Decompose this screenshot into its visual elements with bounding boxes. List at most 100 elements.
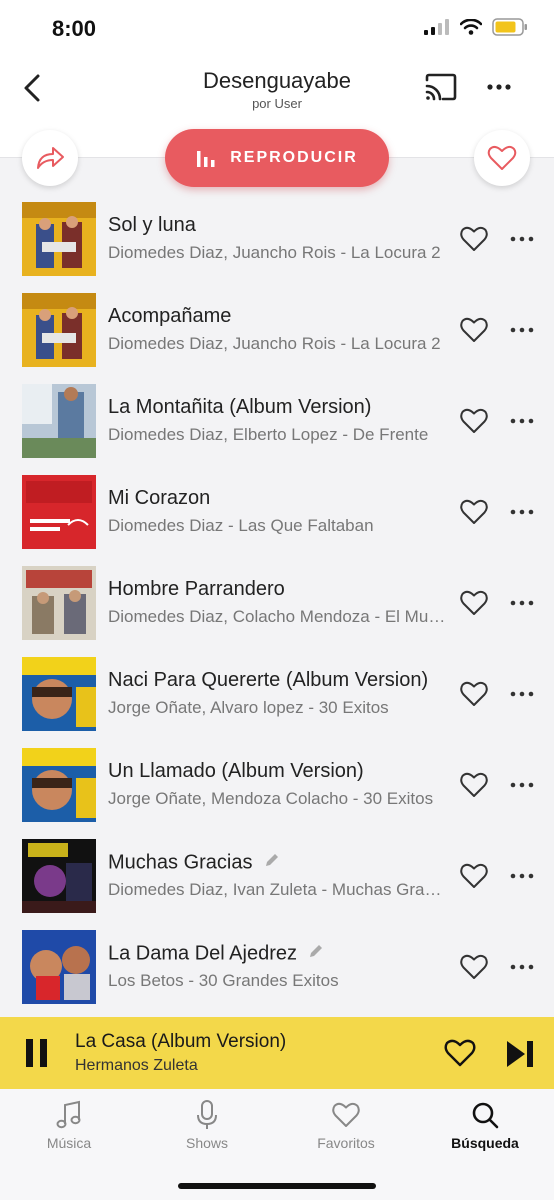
track-row[interactable]: Muchas Gracias Diomedes Diaz, Ivan Zulet… bbox=[0, 831, 554, 922]
track-more-button[interactable] bbox=[509, 687, 535, 701]
track-row[interactable]: Mi Corazon Diomedes Diaz - Las Que Falta… bbox=[0, 467, 554, 558]
more-horizontal-icon bbox=[510, 509, 534, 515]
more-options-button[interactable] bbox=[484, 72, 514, 102]
status-icons bbox=[424, 18, 528, 36]
track-artist-album: Diomedes Diaz, Juancho Rois - La Locura … bbox=[108, 334, 441, 353]
track-more-button[interactable] bbox=[509, 596, 535, 610]
more-horizontal-icon bbox=[510, 600, 534, 606]
search-icon bbox=[472, 1102, 499, 1129]
track-row[interactable]: Acompañame Diomedes Diaz, Juancho Rois -… bbox=[0, 285, 554, 376]
favorite-playlist-button[interactable] bbox=[474, 130, 530, 186]
album-art bbox=[22, 202, 96, 276]
track-row[interactable]: La Montañita (Album Version) Diomedes Di… bbox=[0, 376, 554, 467]
more-horizontal-icon bbox=[510, 418, 534, 424]
tab-label: Búsqueda bbox=[451, 1135, 519, 1151]
more-horizontal-icon bbox=[510, 691, 534, 697]
track-more-button[interactable] bbox=[509, 960, 535, 974]
track-list: Sol y luna Diomedes Diaz, Juancho Rois -… bbox=[0, 194, 554, 1013]
playlist-owner: por User bbox=[252, 96, 302, 111]
tab-shows[interactable]: Shows bbox=[138, 1099, 276, 1151]
track-title: Acompañame bbox=[108, 305, 232, 327]
now-playing-artist: Hermanos Zuleta bbox=[75, 1057, 198, 1074]
pencil-icon bbox=[307, 942, 325, 966]
track-like-button[interactable] bbox=[460, 317, 488, 343]
track-like-button[interactable] bbox=[460, 499, 488, 525]
music-note-icon bbox=[56, 1100, 81, 1129]
track-title: Un Llamado (Album Version) bbox=[108, 760, 364, 782]
album-art bbox=[22, 930, 96, 1004]
track-like-button[interactable] bbox=[460, 954, 488, 980]
pencil-icon bbox=[263, 851, 281, 875]
heart-outline-icon bbox=[460, 863, 488, 888]
heart-outline-icon bbox=[460, 954, 488, 979]
track-artist-album: Jorge Oñate, Mendoza Colacho - 30 Exitos bbox=[108, 789, 434, 808]
playlist-title: Desenguayabe bbox=[202, 68, 351, 93]
track-row[interactable]: Naci Para Quererte (Album Version) Jorge… bbox=[0, 649, 554, 740]
share-button[interactable] bbox=[22, 130, 78, 186]
tab-label: Favoritos bbox=[317, 1135, 375, 1151]
heart-outline-icon bbox=[460, 772, 488, 797]
wifi-icon bbox=[460, 19, 482, 35]
track-like-button[interactable] bbox=[460, 590, 488, 616]
play-all-label: REPRODUCIR bbox=[230, 149, 358, 166]
heart-icon bbox=[332, 1102, 360, 1127]
track-like-button[interactable] bbox=[460, 226, 488, 252]
track-artist-album: Diomedes Diaz, Ivan Zuleta - Muchas Grac… bbox=[108, 880, 446, 899]
signal-icon bbox=[424, 19, 449, 35]
cast-button[interactable] bbox=[424, 72, 458, 102]
tab-favorites[interactable]: Favoritos bbox=[277, 1099, 415, 1151]
more-horizontal-icon bbox=[487, 84, 511, 90]
track-more-button[interactable] bbox=[509, 232, 535, 246]
pause-icon bbox=[26, 1039, 47, 1067]
track-more-button[interactable] bbox=[509, 414, 535, 428]
track-artist-album: Diomedes Diaz, Elberto Lopez - De Frente bbox=[108, 425, 429, 444]
track-like-button[interactable] bbox=[460, 863, 488, 889]
home-indicator bbox=[178, 1183, 376, 1189]
album-art bbox=[22, 566, 96, 640]
now-playing-title: La Casa (Album Version) bbox=[75, 1031, 287, 1052]
now-playing-bar[interactable]: La Casa (Album Version) Hermanos Zuleta bbox=[0, 1017, 554, 1089]
album-art bbox=[22, 748, 96, 822]
track-row[interactable]: Hombre Parrandero Diomedes Diaz, Colacho… bbox=[0, 558, 554, 649]
track-row[interactable]: La Dama Del Ajedrez Los Betos - 30 Grand… bbox=[0, 922, 554, 1013]
album-art bbox=[22, 475, 96, 549]
track-title: Muchas Gracias bbox=[108, 851, 446, 875]
heart-outline-icon bbox=[460, 499, 488, 524]
play-all-button[interactable]: REPRODUCIR bbox=[165, 129, 389, 187]
track-more-button[interactable] bbox=[509, 323, 535, 337]
now-playing-like-button[interactable] bbox=[444, 1039, 476, 1067]
track-title: Naci Para Quererte (Album Version) bbox=[108, 669, 429, 691]
album-art bbox=[22, 657, 96, 731]
share-arrow-icon bbox=[37, 147, 64, 169]
track-artist-album: Los Betos - 30 Grandes Exitos bbox=[108, 971, 339, 990]
microphone-icon bbox=[197, 1100, 217, 1129]
track-artist-album: Diomedes Diaz - Las Que Faltaban bbox=[108, 516, 374, 535]
track-more-button[interactable] bbox=[509, 869, 535, 883]
heart-outline-icon bbox=[460, 408, 488, 433]
tab-search[interactable]: Búsqueda bbox=[416, 1099, 554, 1151]
more-horizontal-icon bbox=[510, 782, 534, 788]
tab-label: Música bbox=[46, 1135, 92, 1151]
track-more-button[interactable] bbox=[509, 778, 535, 792]
tab-music[interactable]: Música bbox=[0, 1099, 138, 1151]
more-horizontal-icon bbox=[510, 327, 534, 333]
track-like-button[interactable] bbox=[460, 408, 488, 434]
album-art bbox=[22, 839, 96, 913]
track-row[interactable]: Sol y luna Diomedes Diaz, Juancho Rois -… bbox=[0, 194, 554, 285]
track-artist-album: Jorge Oñate, Alvaro lopez - 30 Exitos bbox=[108, 698, 389, 717]
skip-next-icon bbox=[507, 1041, 533, 1067]
heart-outline-icon bbox=[460, 681, 488, 706]
skip-next-button[interactable] bbox=[505, 1039, 535, 1069]
pause-button[interactable] bbox=[24, 1037, 50, 1069]
tab-label: Shows bbox=[185, 1135, 229, 1151]
track-row[interactable]: Un Llamado (Album Version) Jorge Oñate, … bbox=[0, 740, 554, 831]
track-title: La Dama Del Ajedrez bbox=[108, 942, 446, 966]
track-like-button[interactable] bbox=[460, 681, 488, 707]
status-bar: 8:00 bbox=[0, 0, 554, 60]
heart-outline-icon bbox=[444, 1039, 476, 1067]
track-more-button[interactable] bbox=[509, 505, 535, 519]
heart-outline-icon bbox=[460, 590, 488, 615]
more-horizontal-icon bbox=[510, 964, 534, 970]
track-like-button[interactable] bbox=[460, 772, 488, 798]
track-title: Hombre Parrandero bbox=[108, 578, 285, 600]
